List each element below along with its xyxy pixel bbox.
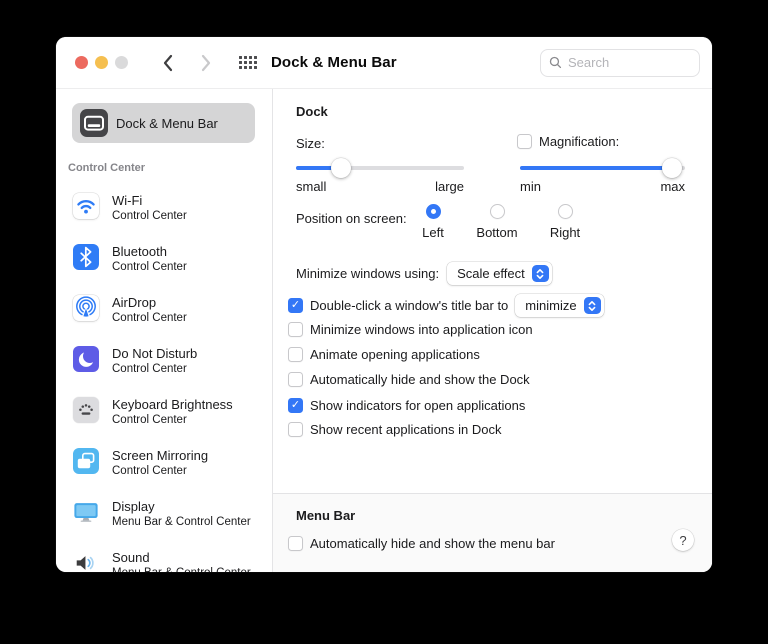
sidebar-item-title: Bluetooth — [112, 244, 167, 259]
sidebar-item-subtitle: Control Center — [112, 210, 187, 222]
sidebar-item-title: Keyboard Brightness — [112, 397, 233, 412]
sidebar-item-do-not-disturb[interactable]: Do Not Disturb Control Center — [73, 346, 272, 386]
dock-section-header: Dock — [296, 104, 328, 119]
checkbox-label: Automatically hide and show the menu bar — [310, 536, 555, 551]
window-title: Dock & Menu Bar — [271, 54, 397, 71]
position-option-label: Right — [549, 225, 581, 240]
show-indicators-checkbox[interactable] — [288, 398, 303, 413]
search-input[interactable] — [568, 55, 691, 70]
size-min-label: small — [296, 179, 327, 194]
dropdown-arrows-icon — [583, 297, 601, 314]
zoom-button[interactable] — [115, 56, 128, 69]
position-radio-bottom[interactable] — [489, 204, 505, 219]
dock-menu-bar-icon — [80, 109, 108, 137]
sidebar-list: Wi-Fi Control Center Bluetooth Control C… — [73, 193, 272, 572]
bluetooth-icon — [73, 244, 99, 270]
sidebar-item-subtitle: Control Center — [112, 414, 187, 426]
wifi-icon — [73, 193, 99, 219]
system-preferences-window: Dock & Menu Bar Search Dock & Menu Bar C… — [56, 37, 712, 572]
sidebar-item-title: Do Not Disturb — [112, 346, 198, 361]
sidebar-item-title: Sound — [112, 550, 150, 565]
sidebar-item-title: Screen Mirroring — [112, 448, 209, 463]
airdrop-icon — [73, 295, 99, 321]
minimize-effect-dropdown[interactable]: Scale effect — [447, 262, 552, 285]
slider-thumb[interactable] — [331, 158, 352, 178]
magnification-slider[interactable] — [520, 158, 685, 178]
window-controls — [75, 56, 128, 69]
search-icon — [549, 56, 562, 69]
double-click-dropdown[interactable]: minimize — [515, 294, 604, 317]
sidebar-item-subtitle: Control Center — [112, 312, 187, 324]
sidebar-item-subtitle: Control Center — [112, 363, 187, 375]
desktop-background: Dock & Menu Bar Search Dock & Menu Bar C… — [0, 0, 768, 644]
size-max-label: large — [435, 179, 464, 194]
show-recent-checkbox[interactable] — [288, 422, 303, 437]
dropdown-value: minimize — [525, 298, 577, 313]
sidebar-item-bluetooth[interactable]: Bluetooth Control Center — [73, 244, 272, 284]
titlebar: Dock & Menu Bar — [56, 37, 712, 89]
sidebar-item-sound[interactable]: Sound Menu Bar & Control Center — [73, 550, 272, 572]
close-button[interactable] — [75, 56, 88, 69]
minimize-into-icon-checkbox[interactable] — [288, 322, 303, 337]
sidebar-item-title: Wi-Fi — [112, 193, 143, 208]
checkbox-label: Show recent applications in Dock — [310, 422, 502, 437]
dropdown-value: Scale effect — [457, 266, 525, 281]
animate-opening-checkbox[interactable] — [288, 347, 303, 362]
sidebar-item-title: AirDrop — [112, 295, 157, 310]
slider-fill — [520, 166, 672, 170]
keyboard-brightness-icon — [73, 397, 99, 423]
search-field[interactable] — [540, 48, 700, 77]
auto-hide-menu-bar-checkbox[interactable] — [288, 536, 303, 551]
sidebar-item-screen-mirroring[interactable]: Screen Mirroring Control Center — [73, 448, 272, 488]
sidebar-item-subtitle: Menu Bar & Control Center — [112, 516, 251, 528]
position-label: Position on screen: — [296, 211, 407, 226]
position-radio-left[interactable] — [425, 204, 441, 219]
forward-button[interactable] — [193, 50, 219, 76]
double-click-checkbox[interactable] — [288, 298, 303, 313]
chevron-left-icon — [163, 54, 173, 71]
sidebar-item-dock-menu-bar[interactable]: Dock & Menu Bar — [72, 103, 255, 143]
dock-settings-pane: Dock Size: Magnification: small large mi… — [273, 89, 712, 572]
moon-icon — [73, 346, 99, 372]
sidebar-item-display[interactable]: Display Menu Bar & Control Center — [73, 499, 272, 539]
minimize-effect-label: Minimize windows using: — [296, 266, 440, 281]
checkbox-label: Show indicators for open applications — [310, 398, 526, 413]
show-all-grid-icon[interactable] — [239, 56, 257, 69]
menu-bar-section: Menu Bar Automatically hide and show the… — [273, 493, 712, 572]
sidebar-item-airdrop[interactable]: AirDrop Control Center — [73, 295, 272, 335]
menu-bar-section-header: Menu Bar — [296, 508, 356, 523]
magnification-max-label: max — [660, 179, 685, 194]
magnification-label: Magnification: — [539, 134, 620, 149]
magnification-checkbox[interactable] — [517, 134, 532, 149]
dropdown-arrows-icon — [531, 265, 549, 282]
checkbox-label: Automatically hide and show the Dock — [310, 372, 530, 387]
checkbox-label: Animate opening applications — [310, 347, 480, 362]
sidebar-item-subtitle: Menu Bar & Control Center — [112, 567, 251, 572]
sidebar-item-keyboard-brightness[interactable]: Keyboard Brightness Control Center — [73, 397, 272, 437]
magnification-min-label: min — [520, 179, 541, 194]
sidebar-selected-label: Dock & Menu Bar — [116, 115, 218, 131]
sidebar-item-title: Display — [112, 499, 155, 514]
sidebar-section-header: Control Center — [68, 162, 145, 174]
back-button[interactable] — [155, 50, 181, 76]
double-click-label: Double-click a window's title bar to — [310, 298, 509, 313]
sidebar-item-subtitle: Control Center — [112, 261, 187, 273]
help-button[interactable]: ? — [672, 529, 694, 551]
size-slider[interactable] — [296, 158, 464, 178]
checkbox-label: Minimize windows into application icon — [310, 322, 533, 337]
position-option-label: Bottom — [476, 225, 518, 240]
screen-mirroring-icon — [73, 448, 99, 474]
auto-hide-dock-checkbox[interactable] — [288, 372, 303, 387]
slider-thumb[interactable] — [661, 158, 682, 178]
minimize-button[interactable] — [95, 56, 108, 69]
size-label: Size: — [296, 136, 325, 151]
display-icon — [73, 499, 99, 525]
sound-icon — [73, 550, 99, 572]
sidebar-item-subtitle: Control Center — [112, 465, 187, 477]
position-option-label: Left — [422, 225, 444, 240]
sidebar: Dock & Menu Bar Control Center Wi-Fi Con… — [56, 89, 272, 572]
position-radio-right[interactable] — [557, 204, 573, 219]
sidebar-item-wifi[interactable]: Wi-Fi Control Center — [73, 193, 272, 233]
chevron-right-icon — [201, 54, 211, 71]
